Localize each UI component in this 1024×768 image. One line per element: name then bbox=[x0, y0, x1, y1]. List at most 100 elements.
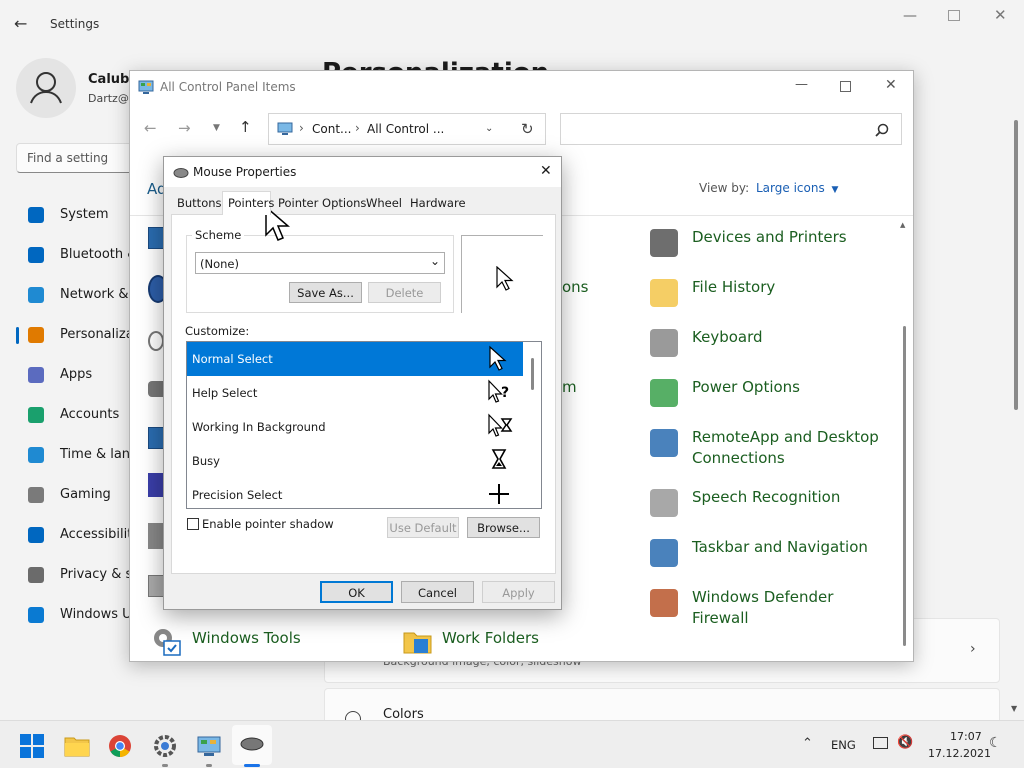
cp-close-button[interactable]: ✕ bbox=[885, 77, 897, 93]
delete-button[interactable]: Delete bbox=[368, 282, 441, 303]
printer-icon bbox=[650, 229, 678, 257]
cp-scrollbar-thumb[interactable] bbox=[903, 326, 906, 646]
sidebar-item-label: Windows U bbox=[60, 607, 132, 622]
control-panel-taskbar-button[interactable] bbox=[196, 734, 222, 758]
sidebar-item[interactable]: Time & lang bbox=[16, 436, 138, 476]
avatar[interactable] bbox=[16, 58, 76, 118]
sidebar-item[interactable]: Accounts bbox=[16, 396, 136, 436]
list-item[interactable]: Working In Background bbox=[187, 410, 523, 444]
volume-muted-icon[interactable]: 🔇 bbox=[897, 735, 913, 750]
sidebar-item[interactable]: Personaliza bbox=[16, 316, 136, 356]
cp-middle-fragment-2[interactable]: m bbox=[562, 377, 577, 398]
refresh-icon[interactable]: ↻ bbox=[521, 120, 534, 138]
ok-button[interactable]: OK bbox=[320, 581, 393, 603]
sidebar-item-icon bbox=[28, 527, 44, 543]
scheme-select[interactable]: (None) ⌄ bbox=[195, 252, 445, 274]
cp-maximize-button[interactable] bbox=[840, 81, 851, 92]
cp-item-work-folders[interactable]: Work Folders bbox=[402, 623, 602, 659]
cp-item[interactable]: RemoteApp and Desktop Connections bbox=[648, 425, 898, 469]
address-dropdown-icon[interactable]: ⌄ bbox=[485, 123, 493, 134]
tab-label: Wheel bbox=[366, 196, 403, 210]
help-cursor-icon: ? bbox=[488, 379, 509, 403]
sidebar-item[interactable]: Windows U bbox=[16, 596, 136, 636]
cp-item[interactable]: Power Options bbox=[648, 375, 898, 419]
tab-buttons[interactable]: Buttons bbox=[172, 193, 222, 214]
clock-time[interactable]: 17:07 bbox=[950, 730, 982, 743]
tab-wheel[interactable]: Wheel bbox=[361, 193, 403, 214]
tab-hardware[interactable]: Hardware bbox=[405, 193, 466, 214]
settings-back-button[interactable]: ← bbox=[14, 14, 34, 34]
save-as-button[interactable]: Save As... bbox=[289, 282, 362, 303]
scroll-down-icon[interactable]: ▼ bbox=[1011, 704, 1017, 713]
sidebar-item-icon bbox=[28, 367, 44, 383]
notifications-icon[interactable]: ☾ bbox=[989, 735, 1002, 751]
cp-middle-fragment-1[interactable]: ons bbox=[562, 277, 589, 298]
sidebar-item-icon bbox=[28, 607, 44, 623]
sidebar-item-label: Accessibility bbox=[60, 527, 140, 542]
dialog-close-button[interactable]: ✕ bbox=[540, 163, 552, 179]
cp-item-label: Taskbar and Navigation bbox=[692, 538, 868, 556]
cp-item[interactable]: Taskbar and Navigation bbox=[648, 535, 898, 579]
cp-item[interactable]: File History bbox=[648, 275, 898, 319]
settings-taskbar-button[interactable] bbox=[152, 733, 178, 759]
forward-arrow-icon[interactable]: → bbox=[178, 119, 191, 137]
apply-label: Apply bbox=[502, 586, 535, 600]
sidebar-item[interactable]: Network & bbox=[16, 276, 136, 316]
view-by-dropdown[interactable]: Large icons ▼ bbox=[756, 181, 838, 195]
sidebar-item-label: Accounts bbox=[60, 407, 120, 422]
chrome-button[interactable] bbox=[108, 734, 132, 758]
sidebar-item[interactable]: Privacy & se bbox=[16, 556, 140, 596]
use-default-button[interactable]: Use Default bbox=[387, 517, 459, 538]
cp-search-box[interactable] bbox=[560, 113, 902, 145]
pointer-shadow-checkbox[interactable] bbox=[187, 518, 199, 530]
list-scrollbar-thumb[interactable] bbox=[531, 358, 534, 390]
apply-button[interactable]: Apply bbox=[482, 581, 555, 603]
control-panel-title: All Control Panel Items bbox=[160, 80, 296, 94]
list-item[interactable]: Busy bbox=[187, 444, 523, 478]
cp-item[interactable]: Keyboard bbox=[648, 325, 898, 369]
scheme-label: Scheme bbox=[192, 228, 245, 242]
sidebar-item[interactable]: Gaming bbox=[16, 476, 136, 516]
cp-minimize-button[interactable]: — bbox=[795, 77, 808, 92]
sidebar-item[interactable]: System bbox=[16, 196, 136, 236]
cp-item[interactable]: Speech Recognition bbox=[648, 485, 898, 529]
cp-item-label: Devices and Printers bbox=[692, 228, 847, 246]
tray-chevron-up-icon[interactable]: ⌃ bbox=[802, 736, 813, 751]
browse-button[interactable]: Browse... bbox=[467, 517, 540, 538]
breadcrumb-control-panel[interactable]: Cont... bbox=[312, 122, 351, 136]
settings-scrollbar[interactable] bbox=[1014, 120, 1018, 410]
tab-pointers[interactable]: Pointers bbox=[222, 191, 274, 215]
cp-scroll-up-icon[interactable]: ▲ bbox=[900, 221, 905, 229]
recent-dropdown-icon[interactable]: ▼ bbox=[213, 123, 220, 133]
start-button[interactable] bbox=[20, 734, 44, 758]
cursor-list[interactable]: Normal Select Help Select? Working In Back… bbox=[186, 341, 542, 509]
close-button[interactable]: ✕ bbox=[994, 6, 1007, 24]
list-item[interactable]: Help Select? bbox=[187, 376, 523, 410]
file-explorer-button[interactable] bbox=[64, 734, 90, 758]
mouse-properties-dialog: Mouse Properties ✕ Buttons Pointers Pointe… bbox=[163, 156, 562, 610]
list-item[interactable]: Normal Select bbox=[187, 342, 523, 376]
network-icon[interactable] bbox=[873, 737, 888, 749]
user-icon bbox=[30, 72, 62, 104]
minimize-button[interactable]: — bbox=[903, 8, 917, 24]
sidebar-item[interactable]: Apps bbox=[16, 356, 136, 396]
maximize-button[interactable] bbox=[948, 10, 960, 21]
cp-item[interactable]: Windows Defender Firewall bbox=[648, 585, 898, 629]
mouse-taskbar-button[interactable] bbox=[232, 725, 272, 765]
address-bar[interactable]: › Cont... › All Control ... ⌄ ↻ bbox=[268, 113, 546, 145]
cancel-button[interactable]: Cancel bbox=[401, 581, 474, 603]
scheme-value: (None) bbox=[200, 257, 239, 271]
dialog-tabs: Buttons Pointers Pointer Options Wheel Hardw… bbox=[172, 191, 557, 215]
breadcrumb-all-items[interactable]: All Control ... bbox=[367, 122, 444, 136]
language-indicator[interactable]: ENG bbox=[831, 738, 856, 752]
sidebar-item[interactable]: Accessibility bbox=[16, 516, 140, 556]
cp-item-windows-tools[interactable]: Windows Tools bbox=[150, 623, 350, 659]
up-arrow-icon[interactable]: ↑ bbox=[239, 118, 252, 136]
list-item[interactable]: Precision Select bbox=[187, 478, 523, 508]
control-panel-running-indicator bbox=[206, 764, 212, 767]
sidebar-item[interactable]: Bluetooth & bbox=[16, 236, 137, 276]
clock-date[interactable]: 17.12.2021 bbox=[928, 747, 991, 760]
cp-item[interactable]: Devices and Printers bbox=[648, 225, 898, 269]
search-input[interactable]: Find a setting bbox=[16, 143, 134, 173]
back-arrow-icon[interactable]: ← bbox=[144, 119, 157, 137]
